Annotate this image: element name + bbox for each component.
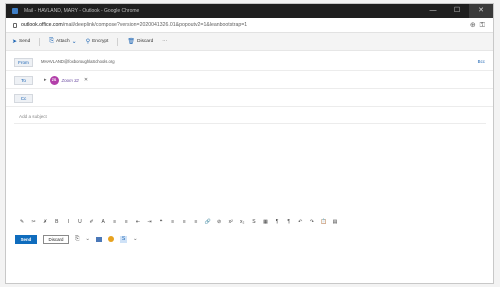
underline-icon[interactable]: U <box>77 219 83 225</box>
trash-icon: 🗑 <box>127 39 135 45</box>
remove-recipient-icon[interactable]: ✕ <box>84 77 88 83</box>
action-bar: Send Discard ⎘ ⌄ S ⌄ <box>6 232 493 246</box>
align-right-icon[interactable]: ≡ <box>193 219 199 225</box>
decrease-indent-icon[interactable]: ⇤ <box>135 219 141 225</box>
compose-toolbar: ➤ Send ⎘ Attach ⌄ ⚲ Encrypt 🗑 Discard ··… <box>6 33 493 51</box>
recipient-name: Zoom 32 <box>61 77 79 83</box>
ltr-icon[interactable]: ¶ <box>274 219 280 225</box>
align-center-icon[interactable]: ≡ <box>181 219 187 225</box>
cc-button[interactable]: Cc <box>14 94 33 103</box>
discard-toolbar-button[interactable]: 🗑 Discard <box>127 38 153 45</box>
bcc-link[interactable]: Bcc <box>478 59 485 64</box>
attach-icon[interactable]: ⎘ <box>75 236 79 243</box>
browser-window: Mail - HAVLAND, MARY - Outlook - Google … <box>5 3 494 284</box>
encrypt-toolbar-label: Encrypt <box>92 39 109 44</box>
from-address: MHAVLAND@foxboroughlaSchools.org <box>41 59 115 64</box>
avatar: ZS <box>49 75 59 85</box>
address-actions: ⊕ ⚿ <box>470 18 485 33</box>
minimize-button[interactable]: — <box>421 4 445 18</box>
send-icon: ➤ <box>12 39 18 45</box>
maximize-button[interactable]: ☐ <box>445 4 469 18</box>
zoom-icon[interactable]: ⊕ <box>470 22 476 29</box>
bullets-icon[interactable]: ≡ <box>112 219 118 225</box>
paperclip-icon: ⎘ <box>49 38 55 44</box>
url-path: /mail/deeplink/compose?version=202004132… <box>62 22 248 28</box>
format-toolbar: ✎ ✂ ✗ B I U ✐ A ≡ ≡ ⇤ ⇥ ❝ ≡ ≡ ≡ 🔗 ⊘ x² x₂ S ▦ ¶ ¶ ↶ ↷ 📋 ▤ <box>6 216 493 228</box>
address-bar[interactable]: outlook.office.com/mail/deeplink/compose… <box>6 18 493 33</box>
recipient-pill[interactable]: ▸ ZS Zoom 32 ✕ <box>44 75 88 85</box>
align-left-icon[interactable]: ≡ <box>170 219 176 225</box>
close-button[interactable]: ✕ <box>469 4 493 18</box>
image-icon[interactable] <box>96 236 103 242</box>
more-icon[interactable]: ⌄ <box>133 236 138 242</box>
paint-icon[interactable]: ✂ <box>31 219 37 225</box>
more-format-icon[interactable]: ▤ <box>332 219 338 225</box>
redo-icon[interactable]: ↷ <box>309 219 315 225</box>
superscript-icon[interactable]: x² <box>228 219 234 225</box>
italic-icon[interactable]: I <box>65 219 71 225</box>
table-icon[interactable]: ▦ <box>262 219 268 225</box>
attach-toolbar-button[interactable]: ⎘ Attach ⌄ <box>49 38 76 45</box>
rtl-icon[interactable]: ¶ <box>286 219 292 225</box>
attach-toolbar-label: Attach <box>56 39 70 44</box>
window-controls: — ☐ ✕ <box>421 4 493 18</box>
recipient-expand-icon: ▸ <box>44 77 47 83</box>
discard-button[interactable]: Discard <box>43 234 69 244</box>
clear-format-icon[interactable]: ✗ <box>42 219 48 225</box>
numbering-icon[interactable]: ≡ <box>123 219 129 225</box>
bold-icon[interactable]: B <box>54 219 60 225</box>
to-row: To ▸ ZS Zoom 32 ✕ <box>6 72 493 89</box>
compose-footer-area <box>6 247 493 283</box>
url-text[interactable]: outlook.office.com/mail/deeplink/compose… <box>21 18 247 33</box>
from-row: From MHAVLAND@foxboroughlaSchools.org Bc… <box>6 54 493 71</box>
emoji-icon[interactable] <box>108 236 115 242</box>
window-title: Mail - HAVLAND, MARY - Outlook - Google … <box>24 8 140 14</box>
highlight-icon[interactable]: ✐ <box>89 219 95 225</box>
increase-indent-icon[interactable]: ⇥ <box>147 219 153 225</box>
discard-toolbar-label: Discard <box>136 39 154 44</box>
subscript-icon[interactable]: x₂ <box>239 219 245 225</box>
more-icon: ··· <box>162 39 168 44</box>
lock-icon <box>13 23 17 28</box>
outlook-icon <box>12 8 18 14</box>
send-button[interactable]: Send <box>15 234 37 244</box>
toolbar-divider <box>39 37 41 46</box>
from-button[interactable]: From <box>14 58 33 67</box>
link-icon[interactable]: 🔗 <box>205 219 211 225</box>
unlink-icon[interactable]: ⊘ <box>216 219 222 225</box>
more-toolbar-button[interactable]: ··· <box>162 39 167 44</box>
strikethrough-icon[interactable]: S <box>251 219 257 225</box>
send-toolbar-button[interactable]: ➤ Send <box>12 38 30 45</box>
to-button[interactable]: To <box>14 76 33 85</box>
ink-icon[interactable]: S <box>120 235 128 243</box>
subject-input[interactable]: Add a subject <box>19 114 47 119</box>
formatting-icon[interactable]: ✎ <box>19 219 25 225</box>
cc-row: Cc <box>6 90 493 107</box>
key-icon[interactable]: ⚿ <box>480 22 485 29</box>
lock-icon: ⚲ <box>85 39 91 45</box>
toolbar-divider <box>117 37 119 46</box>
font-color-icon[interactable]: A <box>100 219 106 225</box>
encrypt-toolbar-button[interactable]: ⚲ Encrypt <box>86 38 109 45</box>
dropdown-icon[interactable]: ⌄ <box>85 236 90 242</box>
paste-icon[interactable]: 📋 <box>320 219 326 225</box>
quote-icon[interactable]: ❝ <box>158 219 164 225</box>
message-body[interactable] <box>6 124 493 216</box>
send-toolbar-label: Send <box>19 39 31 44</box>
url-host: outlook.office.com <box>21 22 63 28</box>
title-bar: Mail - HAVLAND, MARY - Outlook - Google … <box>6 4 493 18</box>
chevron-down-icon: ⌄ <box>71 39 77 45</box>
undo-icon[interactable]: ↶ <box>297 219 303 225</box>
